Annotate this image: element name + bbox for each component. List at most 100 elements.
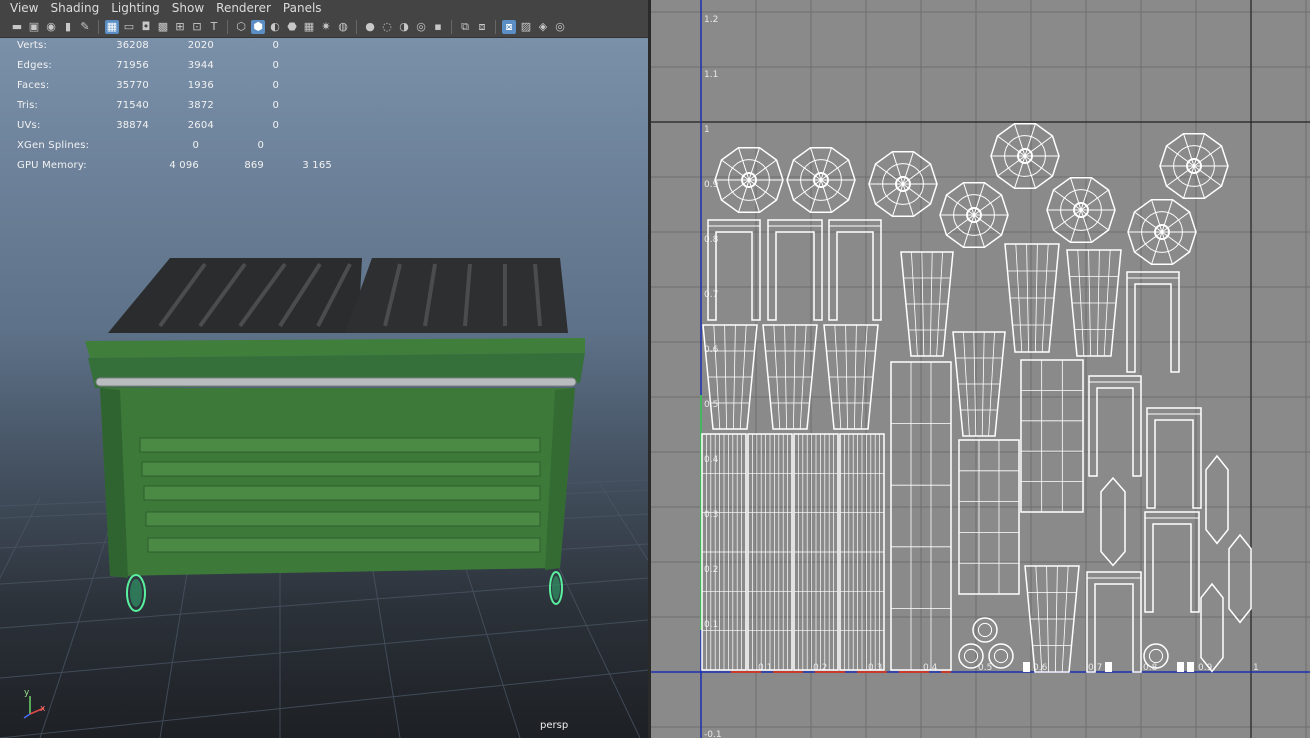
uv-u-tick-label: 0.9 (1198, 663, 1213, 673)
isolate-select-icon[interactable]: ⧉ (458, 20, 472, 34)
uv-shell-handle (1200, 582, 1224, 673)
grid-icon[interactable]: ▦ (105, 20, 119, 34)
uv-v-tick-label: 1.2 (704, 15, 718, 25)
uv-shell-wheel (868, 150, 938, 218)
toolbar-separator (356, 20, 357, 34)
hud-value: 71956 (116, 60, 149, 71)
menu-show[interactable]: Show (166, 0, 210, 17)
hud-value: 1936 (187, 80, 214, 91)
shadows-icon[interactable]: ◍ (336, 20, 350, 34)
hud-value: 0 (272, 60, 279, 71)
camera-name-label: persp (540, 720, 569, 731)
toolbar-separator (98, 20, 99, 34)
hud-row-xgen: XGen Splines: 0 0 (17, 138, 337, 158)
axis-y-label: y (24, 688, 30, 698)
uv-shell-ring (1148, 648, 1164, 664)
uv-shell-frame (707, 219, 761, 321)
uv-shell-handle (1100, 476, 1126, 567)
toolbar-separator (451, 20, 452, 34)
uv-shell-panel (1020, 359, 1084, 513)
camera-attr-icon[interactable]: ▣ (27, 20, 41, 34)
camera-icon[interactable]: ▬ (10, 20, 24, 34)
hud-value: 0 (272, 80, 279, 91)
uv-shell-small-block (1023, 662, 1030, 672)
hud-label: GPU Memory: (17, 160, 87, 171)
ambient-occlusion-icon[interactable]: ● (363, 20, 377, 34)
hud-value: 0 (272, 40, 279, 51)
toolbar-separator (227, 20, 228, 34)
hud-row-faces: Faces: 35770 1936 0 (17, 78, 337, 98)
uv-shell-ring (977, 622, 993, 638)
menu-shading[interactable]: Shading (44, 0, 105, 17)
menu-lighting[interactable]: Lighting (105, 0, 166, 17)
uv-shell-frame (1088, 375, 1142, 477)
exposure-icon[interactable]: ◎ (553, 20, 567, 34)
hud-value: 0 (192, 140, 199, 151)
hud-value: 4 096 (169, 160, 199, 171)
hud-value: 0 (272, 120, 279, 131)
uv-grid-canvas[interactable]: 1.21.110.90.80.70.60.50.40.30.20.1-0.10.… (651, 0, 1310, 738)
hud-value: 3 165 (302, 160, 332, 171)
uv-shell-handle (1205, 454, 1229, 545)
hud-row-edges: Edges: 71956 3944 0 (17, 58, 337, 78)
wireframe-on-shaded-icon[interactable]: ⬣ (285, 20, 299, 34)
uv-v-tick-label: 1 (704, 125, 710, 135)
field-chart-icon[interactable]: ⊞ (173, 20, 187, 34)
hud-value: 71540 (116, 100, 149, 111)
uv-shell-handle (1228, 533, 1252, 624)
resolution-gate-icon[interactable]: ◘ (139, 20, 153, 34)
poly-count-hud: Verts: 36208 2020 0 Edges: 71956 3944 0 … (17, 38, 337, 178)
uv-shell-ring (988, 643, 1014, 669)
hud-row-gpu: GPU Memory: 4 096 869 3 165 (17, 158, 337, 178)
hud-value: 2604 (187, 120, 214, 131)
depth-of-field-icon[interactable]: ◎ (414, 20, 428, 34)
image-plane-icon[interactable]: ▮ (61, 20, 75, 34)
anti-alias-icon[interactable]: ◑ (397, 20, 411, 34)
menu-renderer[interactable]: Renderer (210, 0, 277, 17)
safe-title-icon[interactable]: T (207, 20, 221, 34)
backface-icon[interactable]: ▨ (519, 20, 533, 34)
xray-active-icon[interactable]: ⧇ (502, 20, 516, 34)
smooth-shade-icon[interactable]: ⬢ (251, 20, 265, 34)
safe-action-icon[interactable]: ⊡ (190, 20, 204, 34)
hud-label: Faces: (17, 80, 50, 91)
hud-label: Verts: (17, 40, 48, 51)
perspective-viewport[interactable]: View Shading Lighting Show Renderer Pane… (0, 0, 648, 738)
gate-mask-icon[interactable]: ▩ (156, 20, 170, 34)
textured-icon[interactable]: ▦ (302, 20, 316, 34)
uv-shell-small-block (1105, 662, 1112, 672)
hud-label: XGen Splines: (17, 140, 90, 151)
texture-border-icon[interactable]: ◈ (536, 20, 550, 34)
hud-label: Edges: (17, 60, 52, 71)
grease-pencil-icon[interactable]: ✎ (78, 20, 92, 34)
film-gate-icon[interactable]: ▭ (122, 20, 136, 34)
hud-value: 3944 (187, 60, 214, 71)
menu-panels[interactable]: Panels (277, 0, 328, 17)
hud-value: 35770 (116, 80, 149, 91)
xray-joints-icon[interactable]: ⧈ (475, 20, 489, 34)
uv-shell-small-block (1187, 662, 1194, 672)
toolbar-separator (495, 20, 496, 34)
uv-shell-wheel (1127, 198, 1197, 266)
wireframe-icon[interactable]: ⬡ (234, 20, 248, 34)
uv-shell-wheel (786, 146, 856, 214)
hud-row-tris: Tris: 71540 3872 0 (17, 98, 337, 118)
uv-editor-panel[interactable]: 1.2 1.1 1 0.9 0.8 0.7 0.6 0.5 0.4 0.3 0.2 0.1 -0.1 0.… (651, 0, 1310, 738)
uv-shell-wheel (990, 122, 1060, 190)
bookmark-icon[interactable]: ◉ (44, 20, 58, 34)
menu-view[interactable]: View (4, 0, 44, 17)
uv-shell-wheel (1159, 132, 1229, 200)
motion-blur-icon[interactable]: ◌ (380, 20, 394, 34)
uv-shell-ring (972, 617, 998, 643)
hud-value: 3872 (187, 100, 214, 111)
hud-value: 0 (272, 100, 279, 111)
default-material-icon[interactable]: ◐ (268, 20, 282, 34)
hud-row-uvs: UVs: 38874 2604 0 (17, 118, 337, 138)
hud-value: 0 (257, 140, 264, 151)
axis-x-label: x (40, 704, 46, 714)
xray-icon[interactable]: ▪ (431, 20, 445, 34)
use-all-lights-icon[interactable]: ✷ (319, 20, 333, 34)
uv-v-tick-label: -0.1 (704, 730, 722, 738)
uv-shell-wheel (1046, 176, 1116, 244)
uv-shell-ring (993, 648, 1009, 664)
